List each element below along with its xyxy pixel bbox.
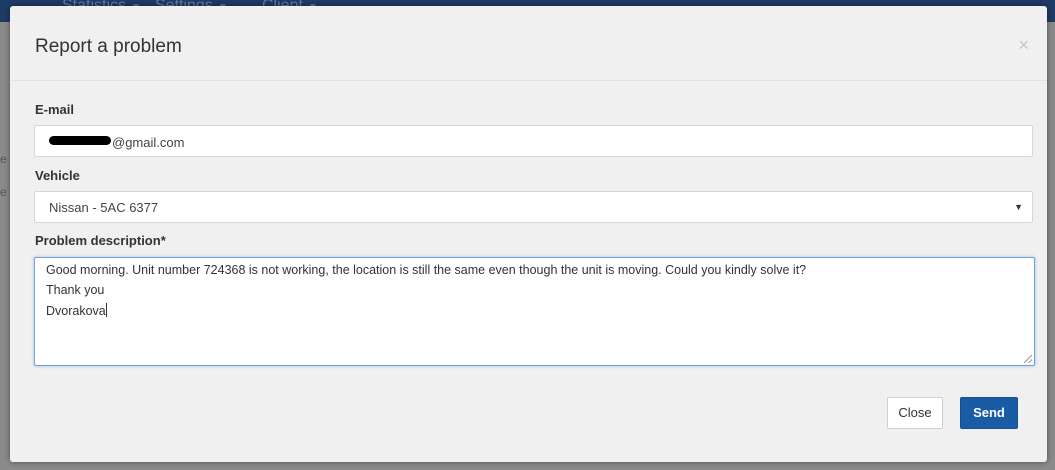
close-button[interactable]: Close <box>887 397 943 429</box>
text-cursor <box>105 303 107 317</box>
vehicle-label: Vehicle <box>35 168 80 183</box>
email-value-suffix: @gmail.com <box>112 135 185 151</box>
email-value: @gmail.com <box>49 134 184 150</box>
background-fragment: e <box>0 186 7 198</box>
redacted-email-mark <box>49 136 111 146</box>
vehicle-selected-value: Nissan - 5AC 6377 <box>49 200 159 215</box>
modal-header: Report a problem × <box>10 6 1047 81</box>
problem-description-textarea[interactable]: Good morning. Unit number 724368 is not … <box>34 257 1035 366</box>
description-line-with-caret: Dvorakova <box>46 303 107 319</box>
description-line: Good morning. Unit number 724368 is not … <box>46 263 807 277</box>
description-line: Dvorakova <box>46 304 106 318</box>
description-label: Problem description* <box>35 233 166 248</box>
modal-title: Report a problem <box>35 36 182 57</box>
report-problem-modal: Report a problem × E-mail @gmail.com Veh… <box>10 6 1047 462</box>
background-fragment: e <box>0 153 7 165</box>
close-icon[interactable]: × <box>1018 35 1029 55</box>
resize-grip-icon[interactable] <box>1024 355 1032 363</box>
vehicle-select[interactable]: Nissan - 5AC 6377 ▼ <box>34 191 1033 223</box>
email-field[interactable]: @gmail.com <box>34 125 1033 157</box>
email-label: E-mail <box>35 102 75 117</box>
description-line: Thank you <box>46 283 105 297</box>
chevron-down-icon: ▼ <box>1014 202 1023 212</box>
send-button[interactable]: Send <box>960 397 1018 429</box>
page: Statistics▼ Settings▼ Client▼ e e Report… <box>0 0 1055 470</box>
